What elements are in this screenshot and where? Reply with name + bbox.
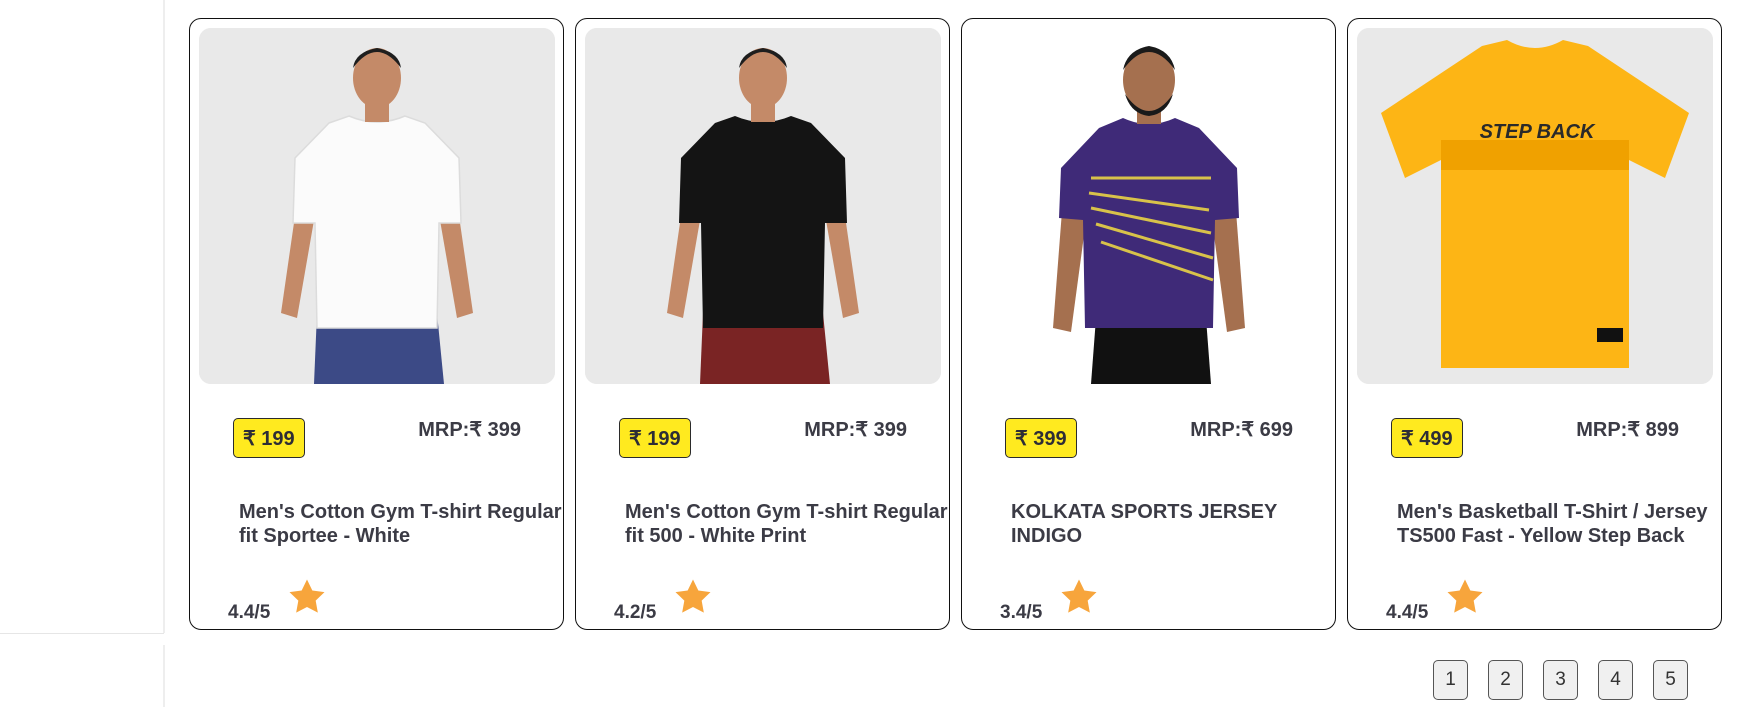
- rating-value: 3.4/5: [1000, 602, 1043, 623]
- price-badge: ₹ 199: [619, 418, 691, 458]
- product-image[interactable]: [585, 28, 941, 384]
- product-image[interactable]: [199, 28, 555, 384]
- sidebar-divider: [163, 0, 165, 633]
- product-card[interactable]: STEP BACK ₹ 499 MRP:₹ 899 Men's Basketba…: [1347, 18, 1722, 630]
- sidebar-divider-lower: [163, 645, 165, 707]
- product-title[interactable]: Men's Cotton Gym T-shirt Regular fit 500…: [625, 500, 950, 548]
- rating-value: 4.4/5: [228, 602, 271, 623]
- price-badge: ₹ 199: [233, 418, 305, 458]
- product-title[interactable]: KOLKATA SPORTS JERSEY INDIGO: [1011, 500, 1336, 548]
- pagination: 1 2 3 4 5: [1433, 660, 1688, 700]
- star-icon: [1061, 579, 1097, 613]
- sidebar-bottom-divider: [0, 633, 164, 634]
- rating-value: 4.2/5: [614, 602, 657, 623]
- model-indigo-jersey-image: [971, 28, 1327, 384]
- product-image[interactable]: STEP BACK: [1357, 28, 1713, 384]
- product-grid: ₹ 199 MRP:₹ 399 Men's Cotton Gym T-shirt…: [189, 18, 1722, 630]
- model-white-tshirt-image: [199, 28, 555, 384]
- star-icon: [675, 579, 711, 613]
- page-button-5[interactable]: 5: [1653, 660, 1688, 700]
- product-listing-page: ₹ 199 MRP:₹ 399 Men's Cotton Gym T-shirt…: [0, 0, 1757, 707]
- product-image[interactable]: [971, 28, 1327, 384]
- product-title[interactable]: Men's Cotton Gym T-shirt Regular fit Spo…: [239, 500, 564, 548]
- page-button-3[interactable]: 3: [1543, 660, 1578, 700]
- page-button-4[interactable]: 4: [1598, 660, 1633, 700]
- mrp-label: MRP:₹ 399: [804, 419, 907, 441]
- filter-sidebar: [0, 0, 164, 707]
- product-card[interactable]: ₹ 399 MRP:₹ 699 KOLKATA SPORTS JERSEY IN…: [961, 18, 1336, 630]
- mrp-label: MRP:₹ 399: [418, 419, 521, 441]
- page-button-1[interactable]: 1: [1433, 660, 1468, 700]
- product-card[interactable]: ₹ 199 MRP:₹ 399 Men's Cotton Gym T-shirt…: [189, 18, 564, 630]
- mrp-label: MRP:₹ 899: [1576, 419, 1679, 441]
- shirt-print-text: STEP BACK: [1480, 121, 1596, 143]
- page-button-2[interactable]: 2: [1488, 660, 1523, 700]
- product-title[interactable]: Men's Basketball T-Shirt / Jersey TS500 …: [1397, 500, 1722, 548]
- mrp-label: MRP:₹ 699: [1190, 419, 1293, 441]
- price-badge: ₹ 399: [1005, 418, 1077, 458]
- star-icon: [289, 579, 325, 613]
- product-card[interactable]: ₹ 199 MRP:₹ 399 Men's Cotton Gym T-shirt…: [575, 18, 950, 630]
- star-icon: [1447, 579, 1483, 613]
- yellow-step-back-tshirt-image: STEP BACK: [1357, 28, 1713, 384]
- rating-value: 4.4/5: [1386, 602, 1429, 623]
- price-badge: ₹ 499: [1391, 418, 1463, 458]
- model-black-tshirt-image: [585, 28, 941, 384]
